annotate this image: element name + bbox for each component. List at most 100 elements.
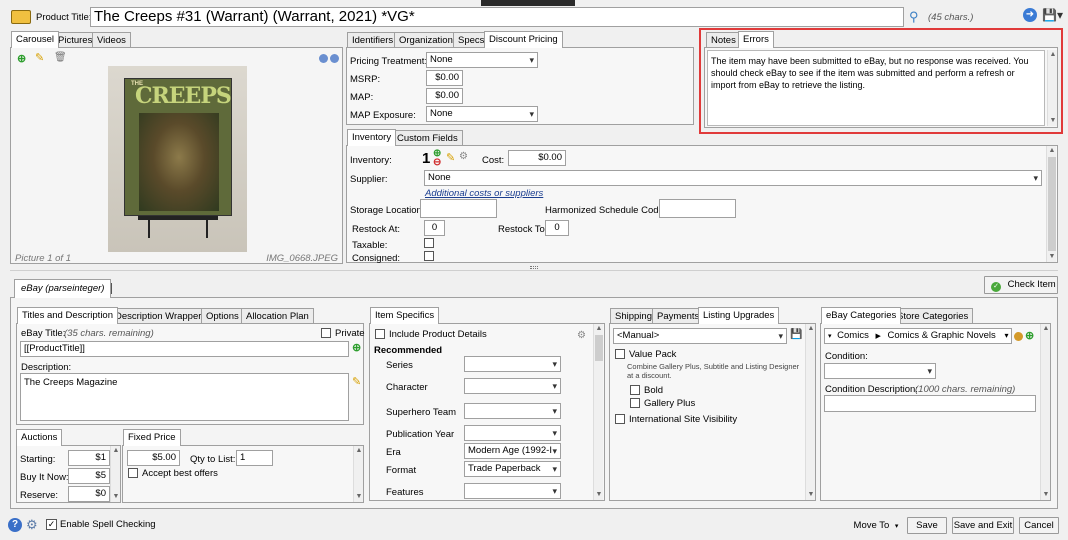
tab-videos[interactable]: Videos xyxy=(92,32,131,48)
specific-select[interactable] xyxy=(464,356,561,372)
pricing-treatment-label: Pricing Treatment: xyxy=(350,56,428,67)
navigate-forward-icon[interactable]: ➜ xyxy=(1023,8,1037,22)
tab-identifiers[interactable]: Identifiers xyxy=(347,32,399,48)
inventory-scrollbar[interactable]: ▲ ▼ xyxy=(1046,146,1056,262)
add-icon[interactable]: ⊕ xyxy=(17,52,26,65)
condition-select[interactable] xyxy=(824,363,936,379)
consigned-checkbox[interactable] xyxy=(424,251,434,261)
restock-at-input[interactable]: 0 xyxy=(424,220,445,236)
categories-scrollbar[interactable]: ▲ ▼ xyxy=(1040,324,1050,500)
category-breadcrumb[interactable]: ▾ Comics ▶ Comics & Graphic Novels xyxy=(824,328,1012,344)
auctions-scrollbar[interactable]: ▲ ▼ xyxy=(110,446,120,502)
move-to-button[interactable]: Move To ▾ xyxy=(850,517,902,534)
additional-costs-link[interactable]: Additional costs or suppliers xyxy=(425,188,543,199)
tab-description-wrapper[interactable]: Description Wrapper xyxy=(110,308,207,324)
specific-label: Features xyxy=(386,487,424,498)
save-preset-icon[interactable]: 💾 xyxy=(790,329,802,340)
category-dropdown-button[interactable]: ▾ xyxy=(1002,329,1011,343)
specific-select[interactable]: Modern Age (1992-I xyxy=(464,443,561,459)
tools-icon[interactable]: ⚙ xyxy=(26,517,38,533)
tab-titles-description[interactable]: Titles and Description xyxy=(17,307,118,324)
category-browse-icon[interactable] xyxy=(1014,332,1023,341)
specific-select[interactable] xyxy=(464,483,561,499)
remove-inventory-icon[interactable]: ⊖ xyxy=(433,157,441,168)
tab-discount-pricing[interactable]: Discount Pricing xyxy=(484,31,563,48)
condition-description-input[interactable] xyxy=(824,395,1036,412)
tab-pictures[interactable]: Pictures xyxy=(53,32,98,48)
save-disk-icon[interactable]: 💾▾ xyxy=(1042,8,1063,22)
accept-best-offers-checkbox[interactable] xyxy=(128,468,138,478)
value-pack-description: Combine Gallery Plus, Subtitle and Listi… xyxy=(627,362,802,380)
reserve-input[interactable]: $0 xyxy=(68,486,110,502)
taxable-checkbox[interactable] xyxy=(424,238,434,248)
check-item-button[interactable]: ✓ Check Item xyxy=(984,276,1058,294)
private-checkbox[interactable] xyxy=(321,328,331,338)
tab-organization[interactable]: Organization xyxy=(394,32,458,48)
specific-select[interactable] xyxy=(464,378,561,394)
tab-item-specifics[interactable]: Item Specifics xyxy=(370,307,440,324)
include-product-details-checkbox[interactable] xyxy=(375,329,385,339)
specifics-settings-icon[interactable]: ⚙ xyxy=(577,330,586,341)
previous-image-icon[interactable] xyxy=(319,54,328,63)
error-message-box[interactable]: The item may have been submitted to eBay… xyxy=(707,50,1045,126)
ebay-title-input[interactable]: [[ProductTitle]] xyxy=(20,341,349,357)
specific-select[interactable] xyxy=(464,403,561,419)
edit-inventory-icon[interactable]: ✎ xyxy=(446,151,455,164)
cost-input[interactable]: $0.00 xyxy=(508,150,566,166)
help-icon[interactable]: ? xyxy=(8,518,22,532)
map-exposure-select[interactable]: None xyxy=(426,106,538,122)
upgrades-scrollbar[interactable]: ▲ ▼ xyxy=(805,324,815,500)
value-pack-checkbox[interactable] xyxy=(615,349,625,359)
tab-allocation-plan[interactable]: Allocation Plan xyxy=(241,308,314,324)
fixed-price-input[interactable]: $5.00 xyxy=(127,450,180,466)
save-and-exit-button[interactable]: Save and Exit xyxy=(952,517,1014,534)
edit-pencil-icon[interactable]: ✎ xyxy=(35,51,44,64)
buy-it-now-input[interactable]: $5 xyxy=(68,468,110,484)
tab-options[interactable]: Options xyxy=(201,308,244,324)
upgrade-preset-select[interactable]: <Manual> xyxy=(613,328,787,344)
tab-shipping[interactable]: Shipping xyxy=(610,308,657,324)
tab-auctions[interactable]: Auctions xyxy=(16,429,63,446)
edit-description-icon[interactable]: ✎ xyxy=(352,375,361,388)
tab-listing-upgrades[interactable]: Listing Upgrades xyxy=(698,307,780,324)
specific-select[interactable] xyxy=(464,425,561,441)
description-textarea[interactable]: The Creeps Magazine xyxy=(20,373,349,421)
bold-checkbox[interactable] xyxy=(630,385,640,395)
restock-to-input[interactable]: 0 xyxy=(545,220,569,236)
search-icon[interactable]: ⚲ xyxy=(909,9,919,25)
qty-to-list-input[interactable]: 1 xyxy=(236,450,273,466)
spell-check-checkbox[interactable]: ✓ xyxy=(46,519,57,530)
tab-carousel[interactable]: Carousel xyxy=(11,31,60,48)
map-input[interactable]: $0.00 xyxy=(426,88,463,104)
msrp-input[interactable]: $0.00 xyxy=(426,70,463,86)
tab-custom-fields[interactable]: Custom Fields xyxy=(392,130,463,146)
tab-notes[interactable]: Notes xyxy=(706,32,741,48)
tab-fixed-price[interactable]: Fixed Price xyxy=(123,429,181,446)
add-title-icon[interactable]: ⊕ xyxy=(352,341,361,354)
gallery-plus-checkbox[interactable] xyxy=(630,398,640,408)
splitter-grip[interactable] xyxy=(530,266,538,269)
tab-inventory[interactable]: Inventory xyxy=(347,129,397,146)
tab-errors[interactable]: Errors xyxy=(738,31,774,48)
add-category-icon[interactable]: ⊕ xyxy=(1025,329,1034,342)
supplier-select[interactable]: None xyxy=(424,170,1042,186)
international-visibility-checkbox[interactable] xyxy=(615,414,625,424)
cancel-button[interactable]: Cancel xyxy=(1019,517,1059,534)
storage-location-input[interactable] xyxy=(420,199,497,218)
tab-ebay-categories[interactable]: eBay Categories xyxy=(821,307,902,324)
specific-select[interactable]: Trade Paperback xyxy=(464,461,561,477)
fixed-price-scrollbar[interactable]: ▲ ▼ xyxy=(353,446,363,502)
error-scrollbar[interactable]: ▲ ▼ xyxy=(1047,50,1057,126)
tab-payments[interactable]: Payments xyxy=(652,308,705,324)
settings-gear-icon[interactable]: ⚙ xyxy=(459,151,468,162)
trash-icon[interactable]: 🗑 xyxy=(54,52,67,63)
hs-code-input[interactable] xyxy=(659,199,736,218)
starting-input[interactable]: $1 xyxy=(68,450,110,466)
next-image-icon[interactable] xyxy=(330,54,339,63)
tab-store-categories[interactable]: Store Categories xyxy=(892,308,974,324)
pricing-treatment-select[interactable]: None xyxy=(426,52,538,68)
save-button[interactable]: Save xyxy=(907,517,947,534)
tab-ebay-account[interactable]: eBay (parseinteger) xyxy=(14,279,112,298)
product-title-input[interactable]: The Creeps #31 (Warrant) (Warrant, 2021)… xyxy=(90,7,904,27)
specifics-scrollbar[interactable]: ▲ ▼ xyxy=(593,324,603,500)
